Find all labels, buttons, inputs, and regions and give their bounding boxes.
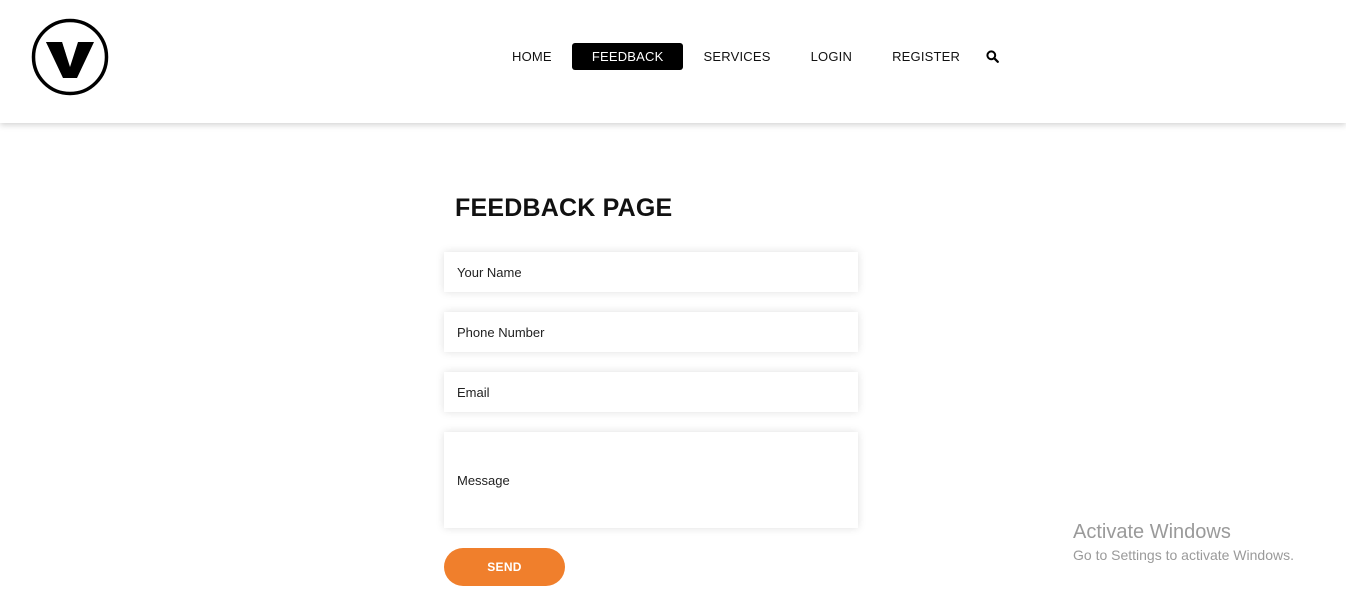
v-logo-icon[interactable] [31, 18, 109, 96]
activation-watermark: Activate Windows Go to Settings to activ… [1073, 521, 1294, 564]
page-title: FEEDBACK PAGE [455, 194, 673, 222]
search-icon[interactable] [982, 43, 1002, 70]
watermark-title: Activate Windows [1073, 521, 1231, 543]
email-field[interactable] [444, 372, 858, 412]
phone-field[interactable] [444, 312, 858, 352]
nav-item-services[interactable]: SERVICES [683, 43, 790, 70]
watermark-subtitle: Go to Settings to activate Windows. [1073, 547, 1294, 563]
nav-item-feedback[interactable]: FEEDBACK [571, 43, 684, 70]
nav-item-home[interactable]: HOME [492, 43, 572, 70]
site-header: HOME FEEDBACK SERVICES LOGIN REGISTER [0, 0, 1346, 123]
name-field[interactable] [444, 252, 858, 292]
main-nav: HOME FEEDBACK SERVICES LOGIN REGISTER [492, 43, 1002, 70]
send-button[interactable]: SEND [444, 548, 565, 586]
nav-item-login[interactable]: LOGIN [791, 43, 872, 70]
message-field[interactable] [444, 432, 858, 528]
nav-item-register[interactable]: REGISTER [872, 43, 980, 70]
